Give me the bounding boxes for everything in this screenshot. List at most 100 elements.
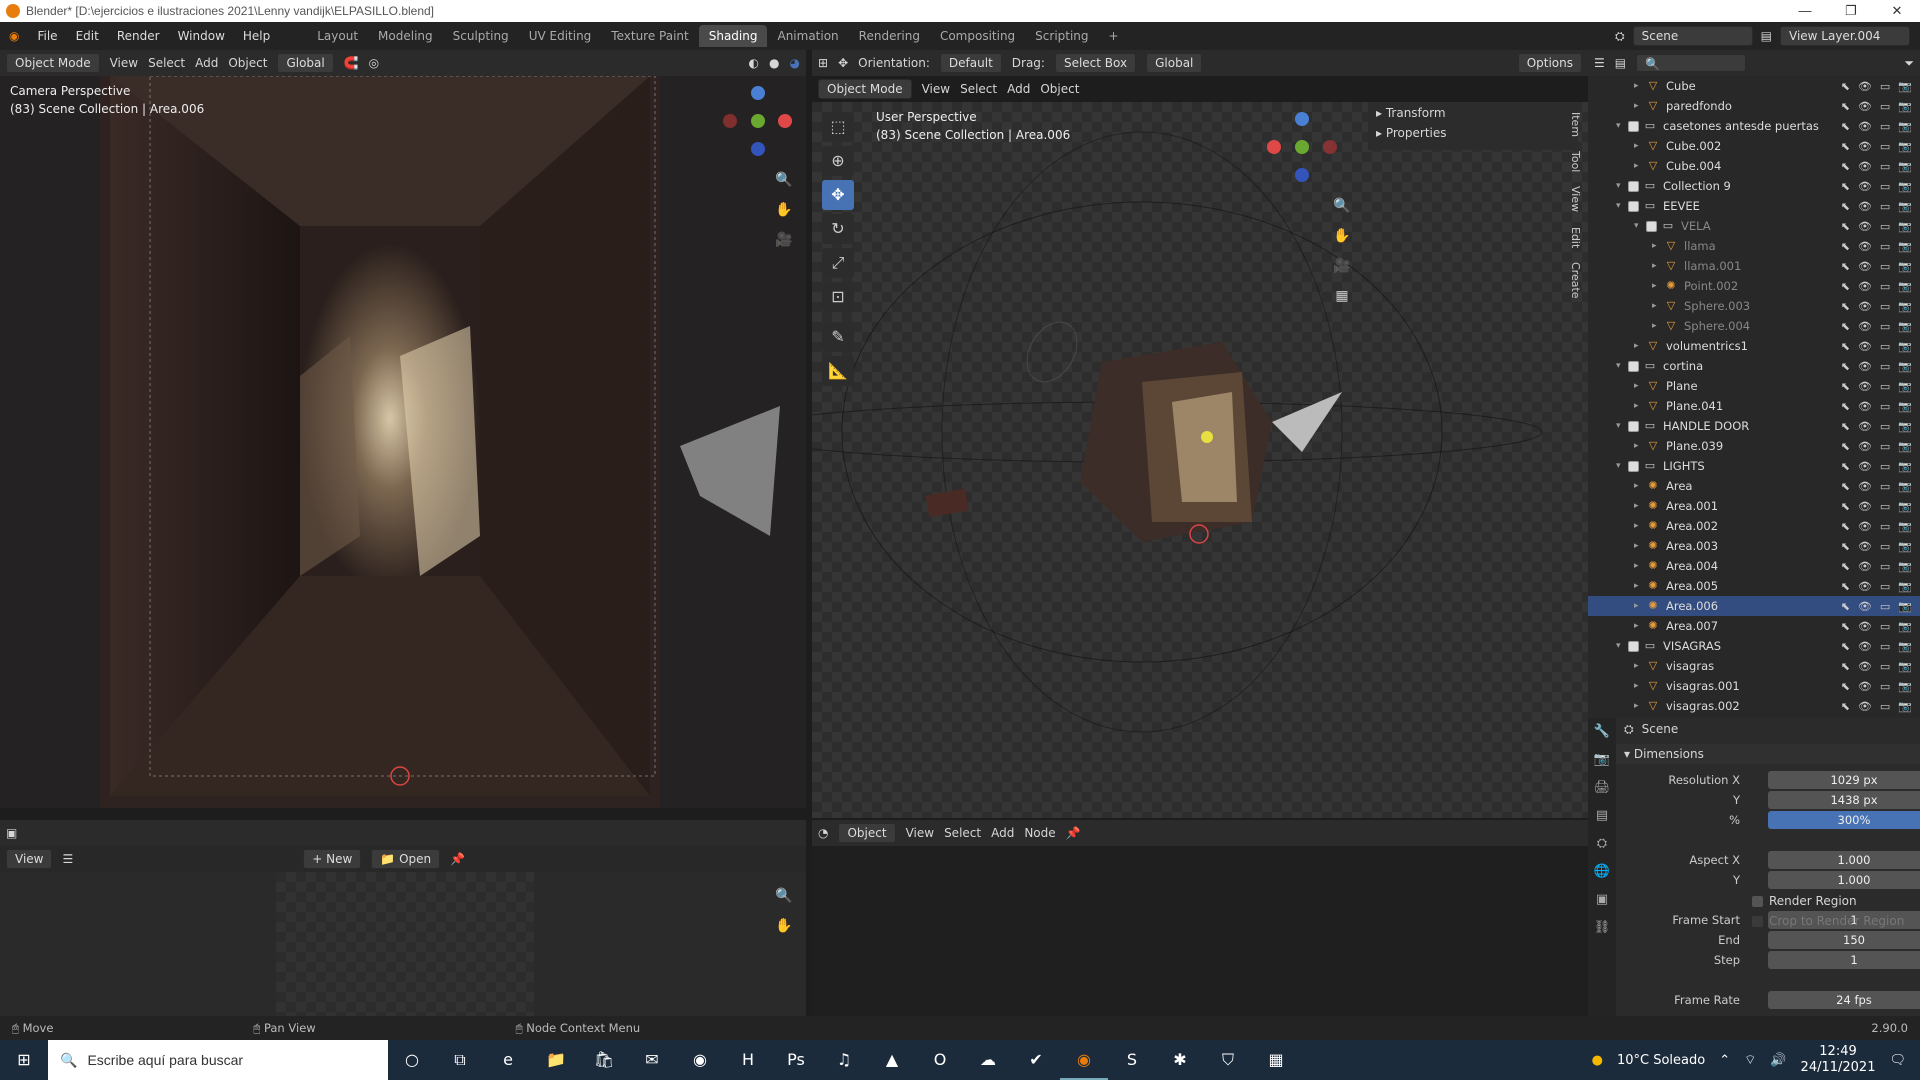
expand-chevron-icon[interactable]: ▸: [1634, 441, 1646, 451]
expand-chevron-icon[interactable]: ▸: [1634, 341, 1646, 351]
file-explorer-icon[interactable]: 📁: [532, 1040, 580, 1080]
node-menu-node[interactable]: Node: [1024, 826, 1055, 840]
image-editor-type-icon[interactable]: ▣: [6, 826, 17, 840]
measure-tool-button[interactable]: 📐: [822, 356, 854, 386]
viewport-monitor-icon[interactable]: ▭: [1880, 620, 1890, 633]
outliner-row[interactable]: ▸ ✺ Area.006 ⬉ 👁 ▭ 📷: [1588, 596, 1920, 616]
render-camera-icon[interactable]: 📷: [1898, 280, 1912, 293]
viewport-monitor-icon[interactable]: ▭: [1880, 220, 1890, 233]
axis-x-icon[interactable]: [1267, 140, 1281, 154]
selectable-icon[interactable]: ⬉: [1841, 340, 1850, 353]
axis-y-icon[interactable]: [1295, 140, 1309, 154]
render-camera-icon[interactable]: 📷: [1898, 220, 1912, 233]
outliner-row[interactable]: ▸ ✺ Point.002 ⬉ 👁 ▭ 📷: [1588, 276, 1920, 296]
workspace-tab-animation[interactable]: Animation: [767, 25, 848, 47]
expand-chevron-icon[interactable]: ▾: [1616, 361, 1628, 371]
outliner-row[interactable]: ▸ ✺ Area ⬉ 👁 ▭ 📷: [1588, 476, 1920, 496]
left-menu-add[interactable]: Add: [195, 56, 218, 70]
collection-checkbox[interactable]: [1628, 180, 1639, 192]
scene-tab-icon[interactable]: ⛭: [1588, 830, 1616, 858]
render-camera-icon[interactable]: 📷: [1898, 640, 1912, 653]
selectable-icon[interactable]: ⬉: [1841, 80, 1850, 93]
render-camera-icon[interactable]: 📷: [1898, 100, 1912, 113]
collection-checkbox[interactable]: [1646, 220, 1657, 232]
visibility-eye-icon[interactable]: 👁: [1858, 160, 1872, 173]
selectable-icon[interactable]: ⬉: [1841, 300, 1850, 313]
visibility-eye-icon[interactable]: 👁: [1858, 220, 1872, 233]
workspace-tab-sculpting[interactable]: Sculpting: [443, 25, 519, 47]
pin-icon[interactable]: 📌: [1066, 826, 1081, 840]
render-camera-icon[interactable]: 📷: [1898, 80, 1912, 93]
workspace-tab-shading[interactable]: Shading: [698, 25, 768, 47]
expand-chevron-icon[interactable]: ▸: [1634, 541, 1646, 551]
spotify-icon[interactable]: ♫: [820, 1040, 868, 1080]
selectable-icon[interactable]: ⬉: [1841, 580, 1850, 593]
shading-solid-icon[interactable]: ●: [769, 56, 779, 70]
render-camera-icon[interactable]: 📷: [1898, 580, 1912, 593]
snap-icon[interactable]: 🧲: [344, 56, 359, 70]
outliner-row[interactable]: ▸ ▽ paredfondo ⬉ 👁 ▭ 📷: [1588, 96, 1920, 116]
visibility-eye-icon[interactable]: 👁: [1858, 400, 1872, 413]
wifi-icon[interactable]: ⌔: [1744, 1052, 1756, 1068]
outliner-row[interactable]: ▸ ▽ Cube.004 ⬉ 👁 ▭ 📷: [1588, 156, 1920, 176]
expand-chevron-icon[interactable]: ▸: [1634, 161, 1646, 171]
collection-checkbox[interactable]: [1628, 360, 1639, 372]
right-mode-dropdown[interactable]: Object Mode: [818, 79, 912, 99]
axis-neg-z-icon[interactable]: [1295, 168, 1309, 182]
scale-tool-button[interactable]: ⤢: [822, 248, 854, 278]
viewport-monitor-icon[interactable]: ▭: [1880, 300, 1890, 313]
camera-view-icon[interactable]: 🎥: [1330, 254, 1354, 278]
expand-chevron-icon[interactable]: ▸: [1634, 481, 1646, 491]
image-view-dropdown[interactable]: View: [6, 849, 53, 869]
menu-help[interactable]: Help: [234, 29, 279, 43]
outliner-row[interactable]: ▾ ▭ EEVEE ⬉ 👁 ▭ 📷: [1588, 196, 1920, 216]
expand-chevron-icon[interactable]: ▾: [1616, 121, 1628, 131]
expand-chevron-icon[interactable]: ▸: [1634, 381, 1646, 391]
visibility-eye-icon[interactable]: 👁: [1858, 200, 1872, 213]
viewport-monitor-icon[interactable]: ▭: [1880, 280, 1890, 293]
outliner-row[interactable]: ▾ ▭ VISAGRAS ⬉ 👁 ▭ 📷: [1588, 636, 1920, 656]
clock-time[interactable]: 12:49: [1801, 1044, 1876, 1060]
tab-item[interactable]: Item: [1562, 112, 1582, 137]
visibility-eye-icon[interactable]: 👁: [1858, 480, 1872, 493]
properties-panel-header[interactable]: ▸ Properties: [1368, 124, 1578, 142]
options-dropdown[interactable]: Options: [1517, 53, 1582, 73]
node-menu-add[interactable]: Add: [991, 826, 1014, 840]
axis-neg-z-icon[interactable]: [751, 142, 765, 156]
viewport-monitor-icon[interactable]: ▭: [1880, 200, 1890, 213]
selectable-icon[interactable]: ⬉: [1841, 380, 1850, 393]
world-tab-icon[interactable]: 🌐: [1588, 858, 1616, 886]
visibility-eye-icon[interactable]: 👁: [1858, 380, 1872, 393]
render-camera-icon[interactable]: 📷: [1898, 500, 1912, 513]
notifications-icon[interactable]: 🗨: [1889, 1053, 1906, 1068]
selectable-icon[interactable]: ⬉: [1841, 360, 1850, 373]
viewport-monitor-icon[interactable]: ▭: [1880, 640, 1890, 653]
workspace-tab-scripting[interactable]: Scripting: [1025, 25, 1098, 47]
expand-chevron-icon[interactable]: ▸: [1652, 261, 1664, 271]
selectable-icon[interactable]: ⬉: [1841, 420, 1850, 433]
left-menu-select[interactable]: Select: [148, 56, 185, 70]
pan-hand-icon[interactable]: ✋: [1330, 224, 1354, 248]
edge-icon[interactable]: e: [484, 1040, 532, 1080]
viewport-monitor-icon[interactable]: ▭: [1880, 500, 1890, 513]
render-camera-icon[interactable]: 📷: [1898, 680, 1912, 693]
filter-icon[interactable]: ⏷: [1904, 56, 1914, 71]
workspace-tab-rendering[interactable]: Rendering: [849, 25, 930, 47]
rotate-tool-button[interactable]: ↻: [822, 214, 854, 244]
tab-edit[interactable]: Edit: [1562, 227, 1582, 248]
render-camera-icon[interactable]: 📷: [1898, 340, 1912, 353]
left-transform-dropdown[interactable]: Global: [277, 53, 334, 73]
viewport-monitor-icon[interactable]: ▭: [1880, 440, 1890, 453]
scene-selector[interactable]: Scene: [1632, 26, 1753, 46]
viewport-monitor-icon[interactable]: ▭: [1880, 120, 1890, 133]
expand-chevron-icon[interactable]: ▸: [1634, 101, 1646, 111]
render-camera-icon[interactable]: 📷: [1898, 420, 1912, 433]
axis-z-icon[interactable]: [1295, 112, 1309, 126]
outliner-row[interactable]: ▸ ▽ Plane.039 ⬉ 👁 ▭ 📷: [1588, 436, 1920, 456]
viewport-monitor-icon[interactable]: ▭: [1880, 700, 1890, 713]
object-tab-icon[interactable]: ▣: [1588, 886, 1616, 914]
render-camera-icon[interactable]: 📷: [1898, 180, 1912, 193]
selectable-icon[interactable]: ⬉: [1841, 680, 1850, 693]
selectable-icon[interactable]: ⬉: [1841, 220, 1850, 233]
windows-start-icon[interactable]: ⊞: [0, 1040, 48, 1080]
